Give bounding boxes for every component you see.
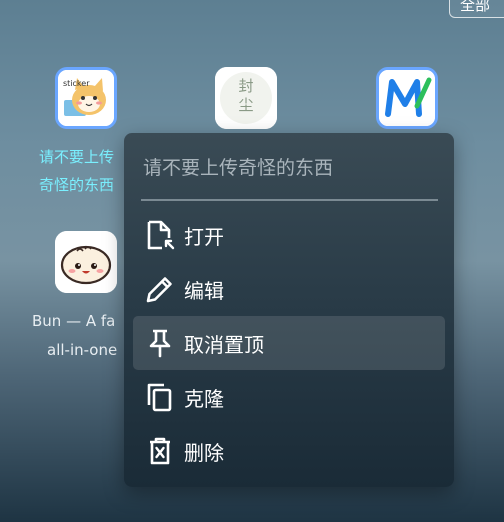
app-label-line2: 奇怪的东西 — [39, 176, 115, 194]
svg-text:sticker: sticker — [63, 79, 90, 88]
copy-icon — [144, 381, 176, 413]
open-file-icon — [144, 219, 176, 251]
fengchen-seal-icon: 封尘 — [215, 67, 277, 129]
context-menu-title: 请不要上传奇怪的东西 — [143, 157, 334, 179]
menu-item-label: 取消置顶 — [184, 332, 264, 357]
trash-icon — [144, 435, 176, 467]
context-menu: 请不要上传奇怪的东西 打开 编辑 取消置顶 克隆 删除 — [124, 133, 454, 487]
cat-sticker-icon: sticker — [55, 67, 117, 129]
menu-item-label: 编辑 — [184, 278, 224, 303]
seal-text: 封尘 — [238, 77, 254, 114]
menu-item-delete[interactable]: 删除 — [133, 424, 445, 478]
app-label-line1: 请不要上传 — [39, 148, 115, 166]
menu-item-unpin[interactable]: 取消置顶 — [133, 316, 445, 370]
app-label-line1: Bun — A fa — [32, 312, 116, 330]
bun-dumpling-icon — [55, 231, 117, 293]
pin-icon — [144, 327, 176, 359]
menu-item-clone[interactable]: 克隆 — [133, 370, 445, 424]
menu-item-edit[interactable]: 编辑 — [133, 262, 445, 316]
menu-item-label: 克隆 — [184, 386, 224, 411]
markdown-m-icon — [376, 67, 438, 129]
pencil-icon — [144, 273, 176, 305]
menu-divider — [141, 199, 438, 201]
menu-item-label: 打开 — [184, 224, 224, 249]
menu-item-open[interactable]: 打开 — [133, 208, 445, 262]
filter-all-button[interactable]: 全部 — [449, 0, 504, 18]
app-label-line2: all-in-one — [47, 341, 118, 359]
menu-item-label: 删除 — [184, 440, 224, 465]
